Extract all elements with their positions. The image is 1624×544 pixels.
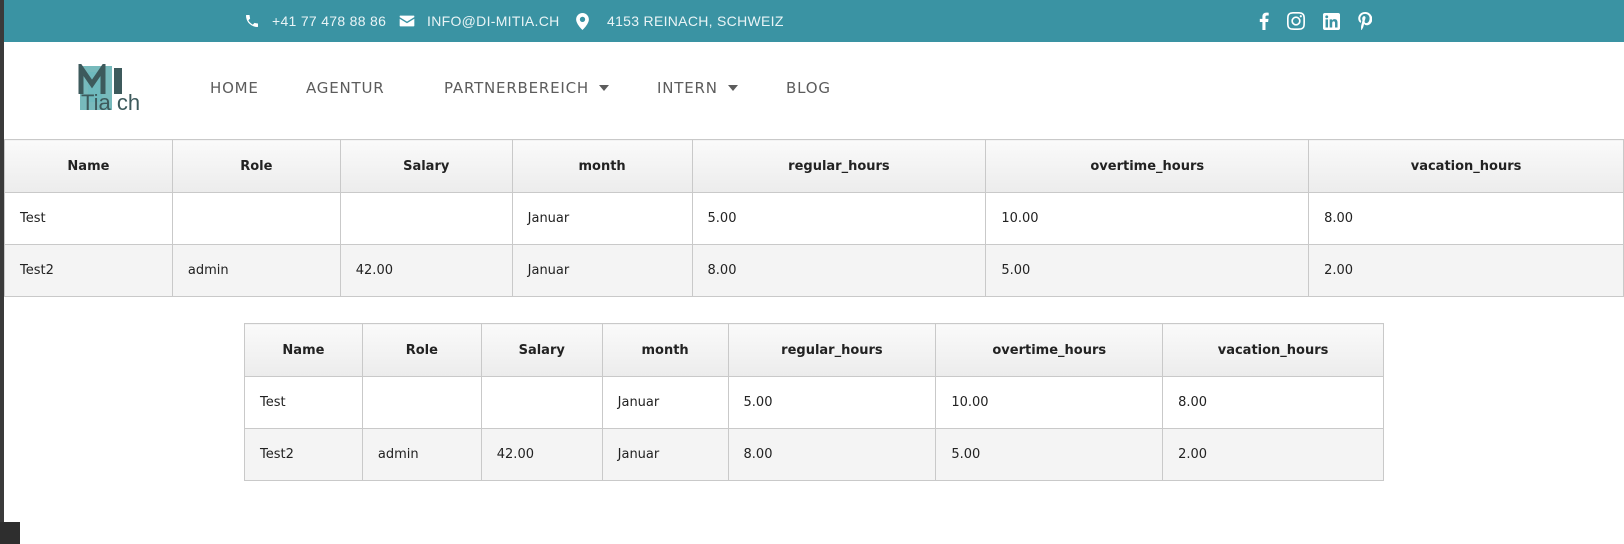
table-cell: 8.00 [1308, 192, 1624, 245]
window-corner [0, 522, 20, 544]
column-header: overtime_hours [935, 323, 1164, 377]
table-cell: 10.00 [935, 376, 1164, 429]
contact-address[interactable]: 4153 REINACH, SCHWEIZ [576, 0, 784, 42]
nav-blog[interactable]: BLOG [786, 79, 831, 97]
linkedin-icon[interactable] [1323, 12, 1340, 30]
contact-phone[interactable]: +41 77 478 88 86 [244, 0, 386, 42]
column-header: regular_hours [727, 323, 937, 377]
address-text: 4153 REINACH, SCHWEIZ [607, 13, 784, 29]
logo-text: Tia ch [81, 90, 140, 112]
column-header: Role [171, 139, 341, 193]
column-header: Salary [480, 323, 603, 377]
top-contact-bar: +41 77 478 88 86 INFO@DI-MITIA.CH 4153 R… [4, 0, 1624, 42]
table-cell: 2.00 [1162, 428, 1384, 481]
hours-table: Name Role Salary month regular_hours ove… [244, 323, 1384, 481]
column-header: Name [244, 323, 363, 377]
table-header-row: Name Role Salary month regular_hours ove… [4, 139, 1624, 193]
email-address: INFO@DI-MITIA.CH [427, 13, 560, 29]
caret-down-icon [727, 85, 738, 91]
site-header: Tia ch HOME AGENTUR PARTNERBEREICH INTER… [4, 42, 1624, 138]
column-header: Name [4, 139, 173, 193]
column-header: vacation_hours [1308, 139, 1624, 193]
column-header: Role [361, 323, 482, 377]
table-cell: 10.00 [985, 192, 1310, 245]
hours-table: Name Role Salary month regular_hours ove… [4, 139, 1624, 297]
table-cell: 5.00 [691, 192, 987, 245]
contact-email[interactable]: INFO@DI-MITIA.CH [399, 0, 560, 42]
phone-number: +41 77 478 88 86 [272, 13, 387, 29]
table-cell: 42.00 [480, 428, 603, 481]
facebook-icon[interactable] [1259, 12, 1269, 30]
table-row: Test2 admin 42.00 Januar 8.00 5.00 2.00 [4, 244, 1624, 297]
column-header: regular_hours [691, 139, 987, 193]
column-header: overtime_hours [985, 139, 1310, 193]
table-cell: Test [244, 376, 363, 429]
table-cell: Test2 [4, 244, 173, 297]
instagram-icon[interactable] [1287, 12, 1305, 30]
table-cell: 5.00 [935, 428, 1164, 481]
table-cell: 5.00 [727, 376, 937, 429]
company-logo[interactable]: Tia ch [78, 64, 158, 112]
nav-home[interactable]: HOME [210, 79, 259, 97]
table-cell: Test [4, 192, 173, 245]
column-header: Salary [339, 139, 513, 193]
table-cell: Januar [511, 192, 693, 245]
caret-down-icon [599, 85, 610, 91]
table-row: Test Januar 5.00 10.00 8.00 [4, 192, 1624, 245]
nav-partnerbereich[interactable]: PARTNERBEREICH [444, 79, 610, 97]
table-cell [339, 192, 513, 245]
social-links [1259, 0, 1372, 42]
pinterest-icon[interactable] [1358, 12, 1372, 30]
table-row: Test2 admin 42.00 Januar 8.00 5.00 2.00 [244, 428, 1384, 481]
table-cell: admin [171, 244, 341, 297]
nav-intern[interactable]: INTERN [657, 79, 738, 97]
table-cell: 42.00 [339, 244, 513, 297]
column-header: vacation_hours [1162, 323, 1384, 377]
table-header-row: Name Role Salary month regular_hours ove… [244, 323, 1384, 377]
column-header: month [601, 323, 729, 377]
table-cell [361, 376, 482, 429]
phone-icon [246, 15, 258, 27]
table-cell: 8.00 [691, 244, 987, 297]
table-cell: 5.00 [985, 244, 1310, 297]
table-cell [171, 192, 341, 245]
table-cell [480, 376, 603, 429]
table-cell: Januar [601, 376, 729, 429]
nav-partnerbereich-label: PARTNERBEREICH [444, 79, 590, 97]
table-cell: 8.00 [1162, 376, 1384, 429]
table-cell: admin [361, 428, 482, 481]
table-cell: Test2 [244, 428, 363, 481]
table-cell: Januar [511, 244, 693, 297]
map-marker-icon [576, 12, 589, 30]
column-header: month [511, 139, 693, 193]
nav-intern-label: INTERN [657, 79, 718, 97]
table-cell: Januar [601, 428, 729, 481]
table-cell: 2.00 [1308, 244, 1624, 297]
nav-agentur[interactable]: AGENTUR [306, 79, 384, 97]
table-row: Test Januar 5.00 10.00 8.00 [244, 376, 1384, 429]
envelope-icon [399, 15, 415, 27]
table-cell: 8.00 [727, 428, 937, 481]
